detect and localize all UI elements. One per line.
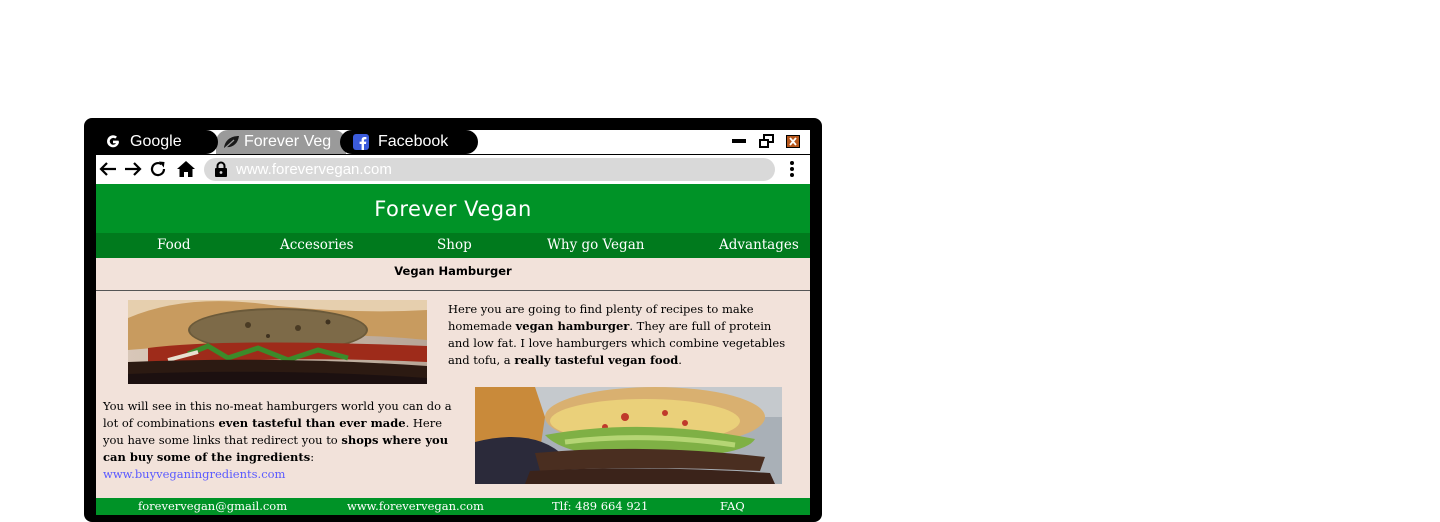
tab-facebook[interactable]: Facebook	[340, 130, 478, 154]
minimize-icon[interactable]	[732, 134, 746, 148]
tab-bar: Forever Veg Google Facebook	[96, 130, 810, 155]
tab-label: Facebook	[378, 133, 449, 150]
address-bar-row: www.forevervegan.com	[96, 155, 810, 184]
divider	[96, 290, 810, 291]
site-title: Forever Vegan	[374, 196, 532, 221]
footer-phone: Tlf: 489 664 921	[552, 499, 649, 513]
menu-item-advantages[interactable]: Advantages	[719, 237, 799, 253]
bold-text: even tasteful than ever made	[218, 416, 406, 430]
article-heading: Vegan Hamburger	[394, 264, 512, 278]
tab-label: Google	[130, 133, 182, 150]
main-menu: Food Accesories Shop Why go Vegan Advant…	[96, 233, 810, 258]
tab-label: Forever Veg	[244, 133, 332, 150]
reload-icon[interactable]	[148, 159, 168, 179]
text: :	[310, 450, 315, 464]
restore-icon[interactable]	[758, 134, 774, 148]
hamburger-photo	[128, 300, 427, 384]
menu-item-food[interactable]: Food	[157, 237, 191, 253]
close-icon[interactable]	[786, 134, 800, 148]
footer-site[interactable]: www.forevervegan.com	[347, 499, 484, 513]
hamburger-avocado-photo	[475, 387, 782, 484]
site-header: Forever Vegan	[96, 184, 810, 233]
home-icon[interactable]	[176, 159, 196, 179]
browser-window: Forever Veg Google Facebook www.foreverv…	[84, 118, 822, 522]
article: Vegan Hamburger Here you are going to fi…	[96, 258, 810, 498]
intro-paragraph: Here you are going to find plenty of rec…	[448, 301, 793, 369]
bold-text: vegan hamburger	[515, 319, 630, 333]
url-text: www.forevervegan.com	[236, 161, 392, 178]
menu-item-shop[interactable]: Shop	[437, 237, 472, 253]
leaf-icon	[222, 133, 240, 151]
lock-icon	[214, 161, 228, 183]
menu-item-accesories[interactable]: Accesories	[280, 237, 354, 253]
footer-faq-link[interactable]: FAQ	[720, 499, 745, 513]
browser-screen: Forever Veg Google Facebook www.foreverv…	[96, 130, 810, 515]
menu-item-why-go-vegan[interactable]: Why go Vegan	[547, 237, 644, 253]
back-arrow-icon[interactable]	[98, 159, 118, 179]
bold-text: really tasteful vegan food	[514, 353, 679, 367]
kebab-menu-icon[interactable]	[782, 159, 802, 179]
facebook-icon	[352, 133, 370, 151]
tab-forever-veg[interactable]: Forever Veg	[216, 130, 346, 154]
tab-google[interactable]: Google	[96, 130, 218, 154]
footer-email[interactable]: forevervegan@gmail.com	[138, 499, 287, 513]
ingredients-link[interactable]: www.buyveganingredients.com	[103, 467, 285, 481]
forward-arrow-icon[interactable]	[123, 159, 143, 179]
url-bar[interactable]: www.forevervegan.com	[204, 158, 775, 181]
text: .	[678, 353, 682, 367]
shops-paragraph: You will see in this no-meat hamburgers …	[103, 398, 463, 483]
google-icon	[104, 133, 122, 151]
site-footer: forevervegan@gmail.com www.forevervegan.…	[96, 498, 810, 515]
